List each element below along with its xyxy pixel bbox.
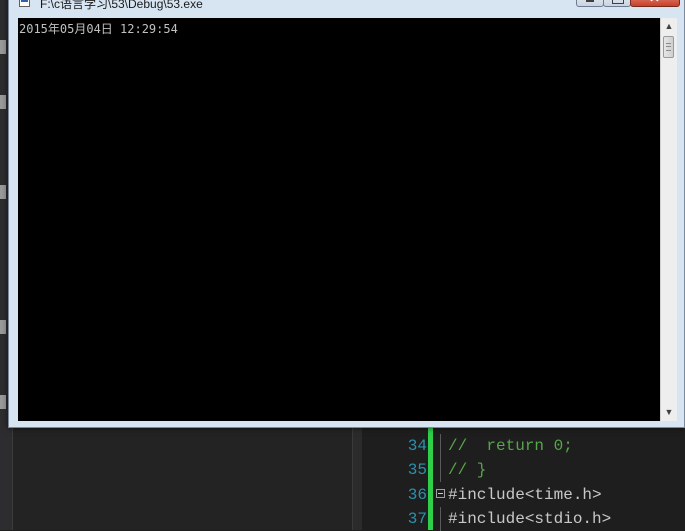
code-text: #include<time.h> (448, 486, 602, 504)
line-number: 34 (407, 437, 427, 455)
panel-tab-marker[interactable] (0, 395, 6, 409)
console-app-icon[interactable] (19, 0, 30, 7)
maximize-button[interactable] (603, 0, 631, 7)
console-output-text: 2015年05月04日 12:29:54 (19, 22, 178, 36)
console-window: F:\c语言学习\53\Debug\53.exe ✕ 2015年05月04日 1… (8, 0, 685, 428)
close-icon: ✕ (649, 0, 660, 5)
code-text: #include<stdio.h> (448, 510, 612, 528)
line-number: 35 (407, 461, 427, 479)
scrollbar-thumb[interactable] (663, 36, 674, 58)
window-title: F:\c语言学习\53\Debug\53.exe (40, 0, 203, 11)
collapse-icon[interactable] (436, 489, 445, 498)
scroll-up-icon[interactable]: ▲ (661, 18, 677, 35)
code-line[interactable]: 35 // } (0, 458, 685, 482)
code-text: // return 0; (448, 437, 573, 455)
close-button[interactable]: ✕ (630, 0, 680, 7)
line-number: 36 (407, 486, 427, 504)
code-line[interactable]: 37 #include<stdio.h> (0, 507, 685, 531)
panel-tab-marker[interactable] (0, 40, 6, 54)
panel-tab-marker[interactable] (0, 320, 6, 334)
panel-tab-marker[interactable] (0, 95, 6, 109)
code-line[interactable]: 34 // return 0; (0, 434, 685, 458)
console-output-area[interactable]: 2015年05月04日 12:29:54 (18, 18, 660, 421)
minimize-button[interactable] (576, 0, 604, 7)
title-bar[interactable]: F:\c语言学习\53\Debug\53.exe ✕ (9, 0, 684, 11)
code-text: // } (448, 461, 487, 479)
indent-guide (440, 434, 441, 458)
code-line[interactable]: 36 #include<time.h> (0, 483, 685, 507)
vertical-scrollbar[interactable]: ▲ ▼ (660, 18, 677, 421)
indent-guide (440, 458, 441, 482)
indent-guide (440, 507, 441, 531)
minimize-icon (586, 0, 594, 2)
line-number: 37 (407, 510, 427, 528)
panel-tab-marker[interactable] (0, 185, 6, 199)
maximize-icon (612, 0, 624, 4)
scroll-down-icon[interactable]: ▼ (661, 404, 677, 421)
